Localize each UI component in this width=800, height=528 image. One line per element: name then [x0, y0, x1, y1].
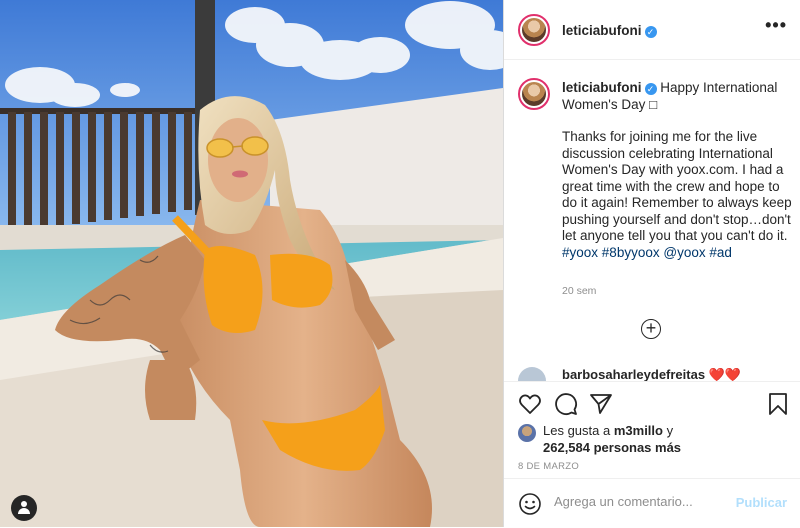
share-icon[interactable]	[589, 392, 613, 416]
comment-text: barbosaharleydefreitas ❤️❤️	[562, 367, 742, 381]
actions-panel: Les gusta a m3millo y 262,584 personas m…	[504, 381, 800, 527]
header-user: leticiabufoni ✓	[562, 22, 657, 40]
caption-body: Thanks for joining me for the live discu…	[562, 129, 792, 243]
heart-icon[interactable]	[518, 392, 542, 416]
post-caption: leticiabufoni ✓ Happy International Women…	[562, 80, 792, 261]
post-photo[interactable]	[0, 0, 503, 527]
post-date[interactable]: 8 DE MARZO	[518, 461, 579, 472]
publish-button[interactable]: Publicar	[736, 495, 787, 510]
hashtag-link[interactable]: #8byyoox	[602, 245, 660, 260]
verified-badge-icon: ✓	[644, 26, 657, 38]
comment-input[interactable]	[552, 493, 736, 510]
post-time-ago[interactable]: 20 sem	[562, 285, 596, 297]
avatar[interactable]	[518, 14, 550, 46]
mention-link[interactable]: @yoox	[663, 245, 705, 260]
caption-avatar[interactable]	[518, 78, 550, 110]
liker-username-link[interactable]: m3millo	[614, 423, 663, 438]
post-sidebar: leticiabufoni ✓ ••• leticiabufoni ✓ Happy …	[503, 0, 800, 527]
post-image	[0, 0, 503, 527]
likes-and: y	[666, 423, 674, 438]
plus-circle-icon[interactable]: +	[641, 319, 661, 339]
likes-count-link[interactable]: 262,584 personas más	[543, 440, 681, 455]
likes-prefix: Les gusta a	[543, 423, 611, 438]
hashtag-link[interactable]: #yoox	[562, 245, 598, 260]
emoji-icon[interactable]	[518, 492, 542, 516]
user-tag-icon[interactable]	[11, 495, 37, 521]
more-horizontal-icon[interactable]: •••	[765, 16, 787, 34]
bookmark-icon[interactable]	[766, 392, 790, 416]
hashtag-link[interactable]: #ad	[709, 245, 732, 260]
caption-username-link[interactable]: leticiabufoni	[562, 80, 642, 95]
post-header: leticiabufoni ✓ •••	[504, 0, 800, 60]
comment-icon[interactable]	[554, 392, 578, 416]
liker-avatar[interactable]	[518, 424, 536, 442]
username-link[interactable]: leticiabufoni	[562, 23, 642, 38]
comment-partial: barbosaharleydefreitas ❤️❤️	[562, 367, 792, 381]
likes-text: Les gusta a m3millo y 262,584 personas m…	[543, 422, 681, 456]
add-comment-bar: Publicar	[504, 478, 800, 528]
verified-badge-icon: ✓	[644, 83, 657, 95]
